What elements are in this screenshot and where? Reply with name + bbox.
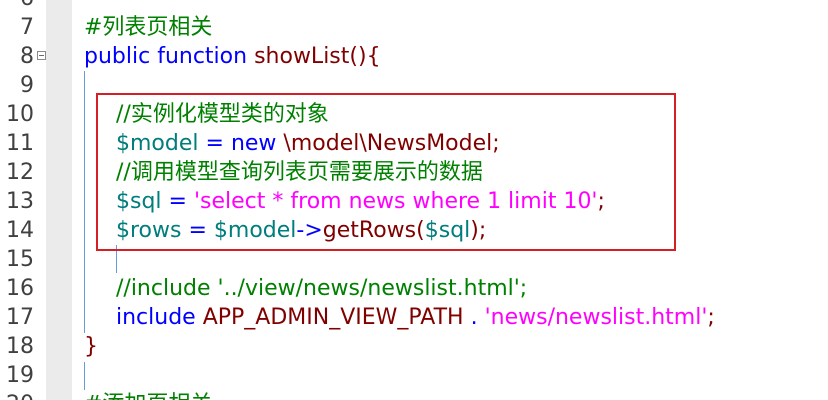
code-token-keyword: function <box>157 44 248 69</box>
line-number: 10 <box>6 102 34 127</box>
line-number: 18 <box>6 334 34 359</box>
code-token-var: $sql <box>424 218 471 243</box>
code-line[interactable]: include APP_ADMIN_VIEW_PATH . 'news/news… <box>116 303 715 332</box>
code-token-op: = <box>188 218 207 243</box>
code-token-punct: ; <box>597 189 605 214</box>
code-line[interactable]: $sql = 'select * from news where 1 limit… <box>116 187 605 216</box>
line-number: 11 <box>6 131 34 156</box>
code-token-punct: ; <box>492 131 500 156</box>
code-line[interactable]: $rows = $model->getRows($sql); <box>116 216 486 245</box>
line-number: 15 <box>6 247 34 272</box>
code-token-op: = <box>205 131 224 156</box>
line-number: 6 <box>0 0 34 13</box>
line-number-gutter: 6 7 8 9 10 11 12 13 14 15 16 17 18 19 20 <box>0 0 46 400</box>
code-token-comment: #添加页相关 <box>84 392 212 400</box>
code-token-keyword: public <box>84 44 151 69</box>
code-line[interactable]: //实例化模型类的对象 <box>116 100 329 129</box>
code-token-keyword: new <box>230 131 277 156</box>
code-token-ident: \model\NewsModel <box>283 131 493 156</box>
code-token-string: 'select * from news where 1 limit 10' <box>193 189 598 214</box>
indent-guide <box>84 71 85 333</box>
code-line[interactable]: public function showList(){ <box>84 42 381 71</box>
line-number: 17 <box>6 305 34 330</box>
code-line[interactable]: #列表页相关 <box>84 13 212 42</box>
code-token-comment: //include '../view/news/newslist.html'; <box>116 276 528 301</box>
code-token-comment: //实例化模型类的对象 <box>116 102 329 127</box>
code-line[interactable]: //调用模型查询列表页需要展示的数据 <box>116 158 483 187</box>
code-line[interactable]: $model = new \model\NewsModel; <box>116 129 500 158</box>
line-number: 14 <box>6 218 34 243</box>
code-token-punct: (){ <box>349 44 381 69</box>
code-token-var: $sql <box>116 189 162 214</box>
fold-margin <box>46 0 72 400</box>
code-token-ident: APP_ADMIN_VIEW_PATH <box>202 305 464 330</box>
indent-guide <box>116 245 117 273</box>
code-token-var: $rows <box>116 218 182 243</box>
code-token-func: showList <box>254 44 350 69</box>
code-token-var: $model <box>213 218 297 243</box>
code-token-ident: getRows <box>322 218 417 243</box>
code-token-punct: ; <box>707 305 715 330</box>
code-token-var: $model <box>116 131 199 156</box>
code-token-string: 'news/newslist.html' <box>484 305 708 330</box>
code-token-keyword: include <box>116 305 196 330</box>
code-token-punct: } <box>84 334 98 359</box>
fold-collapse-icon[interactable] <box>37 51 46 60</box>
line-number: 9 <box>20 73 34 98</box>
code-token-punct: ); <box>470 218 487 243</box>
line-number: 19 <box>6 363 34 388</box>
code-token-comment: #列表页相关 <box>84 15 213 40</box>
indent-guide <box>84 362 85 390</box>
code-token-op: . <box>470 305 478 330</box>
line-number: 7 <box>20 15 34 40</box>
code-line[interactable]: //include '../view/news/newslist.html'; <box>116 274 527 303</box>
code-token-comment: //调用模型查询列表页需要展示的数据 <box>116 160 483 185</box>
code-token-punct: ( <box>416 218 425 243</box>
line-number: 13 <box>6 189 34 214</box>
code-line[interactable]: #添加页相关 <box>84 390 212 400</box>
line-number: 12 <box>6 160 34 185</box>
line-number: 20 <box>0 390 34 400</box>
code-line[interactable]: } <box>84 332 98 361</box>
code-editor[interactable]: 6 7 8 9 10 11 12 13 14 15 16 17 18 19 20… <box>0 0 828 400</box>
line-number: 16 <box>6 276 34 301</box>
code-token-op: -> <box>296 218 323 243</box>
line-number: 8 <box>20 44 34 69</box>
code-token-op: = <box>168 189 187 214</box>
